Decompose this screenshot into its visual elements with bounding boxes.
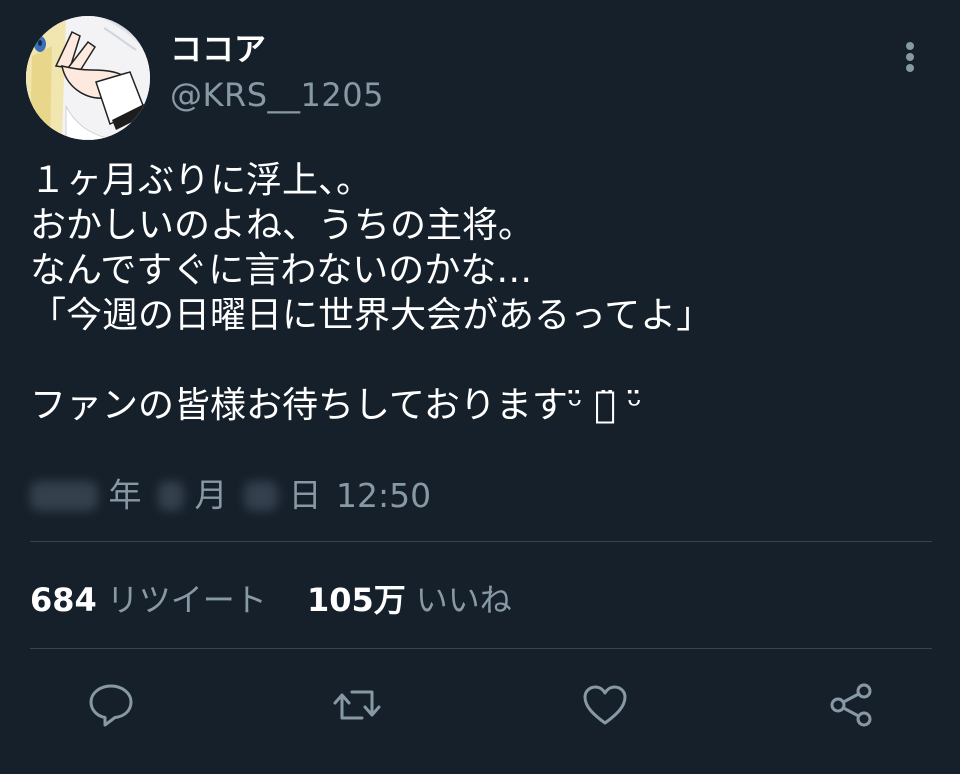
- retweets-count: 684: [30, 581, 97, 619]
- timestamp-year-unit: 年: [108, 475, 142, 515]
- reply-icon: [89, 684, 133, 727]
- divider: [30, 541, 932, 542]
- like-button[interactable]: [580, 680, 630, 730]
- retweet-button[interactable]: [332, 680, 382, 730]
- author-handle[interactable]: @KRS__1205: [170, 76, 384, 114]
- retweets-stat[interactable]: 684 リツイート: [30, 578, 267, 622]
- share-button[interactable]: [826, 680, 876, 730]
- divider: [30, 648, 932, 649]
- redacted-month: [158, 480, 184, 511]
- likes-label: いいね: [415, 581, 512, 619]
- tweet-text-line: １ヶ月ぶりに浮上、。: [30, 160, 373, 201]
- more-options-button[interactable]: [892, 38, 928, 78]
- tweet-detail: ココア @KRS__1205 １ヶ月ぶりに浮上、。 おかしいのよね、うちの主将。…: [0, 0, 960, 774]
- retweets-label: リツイート: [106, 581, 267, 619]
- heart-icon: [583, 685, 627, 725]
- redacted-year: [30, 480, 98, 511]
- likes-count: 105万: [306, 581, 406, 619]
- reply-button[interactable]: [86, 680, 136, 730]
- author-display-name[interactable]: ココア: [170, 24, 266, 70]
- tweet-text-line: 「今週の日曜日に世界大会があるってよ」: [30, 295, 713, 336]
- tweet-text-line: おかしいのよね、うちの主将。: [30, 205, 535, 246]
- avatar[interactable]: [26, 16, 150, 140]
- timestamp-time: 12:50: [336, 475, 432, 515]
- tweet-text-line: [30, 338, 930, 383]
- likes-stat[interactable]: 105万 いいね: [307, 578, 512, 622]
- more-vertical-icon: [906, 42, 914, 72]
- retweet-icon: [333, 690, 381, 720]
- share-icon: [830, 683, 872, 727]
- tweet-text-line: なんですぐに言わないのかな…: [30, 250, 533, 291]
- tweet-text: １ヶ月ぶりに浮上、。 おかしいのよね、うちの主将。 なんですぐに言わないのかな……: [30, 158, 930, 428]
- tweet-stats: 684 リツイート 105万 いいね: [30, 578, 512, 622]
- tweet-text-line: ファンの皆様お待ちしておりますᵕ̈ ꒡̈ ᵕ̈: [30, 385, 643, 426]
- avatar-image: [26, 16, 150, 140]
- tweet-timestamp[interactable]: 年 月 日 12:50: [30, 472, 431, 516]
- redacted-day: [244, 480, 278, 511]
- timestamp-month-unit: 月: [194, 475, 228, 515]
- timestamp-day-unit: 日: [288, 475, 322, 515]
